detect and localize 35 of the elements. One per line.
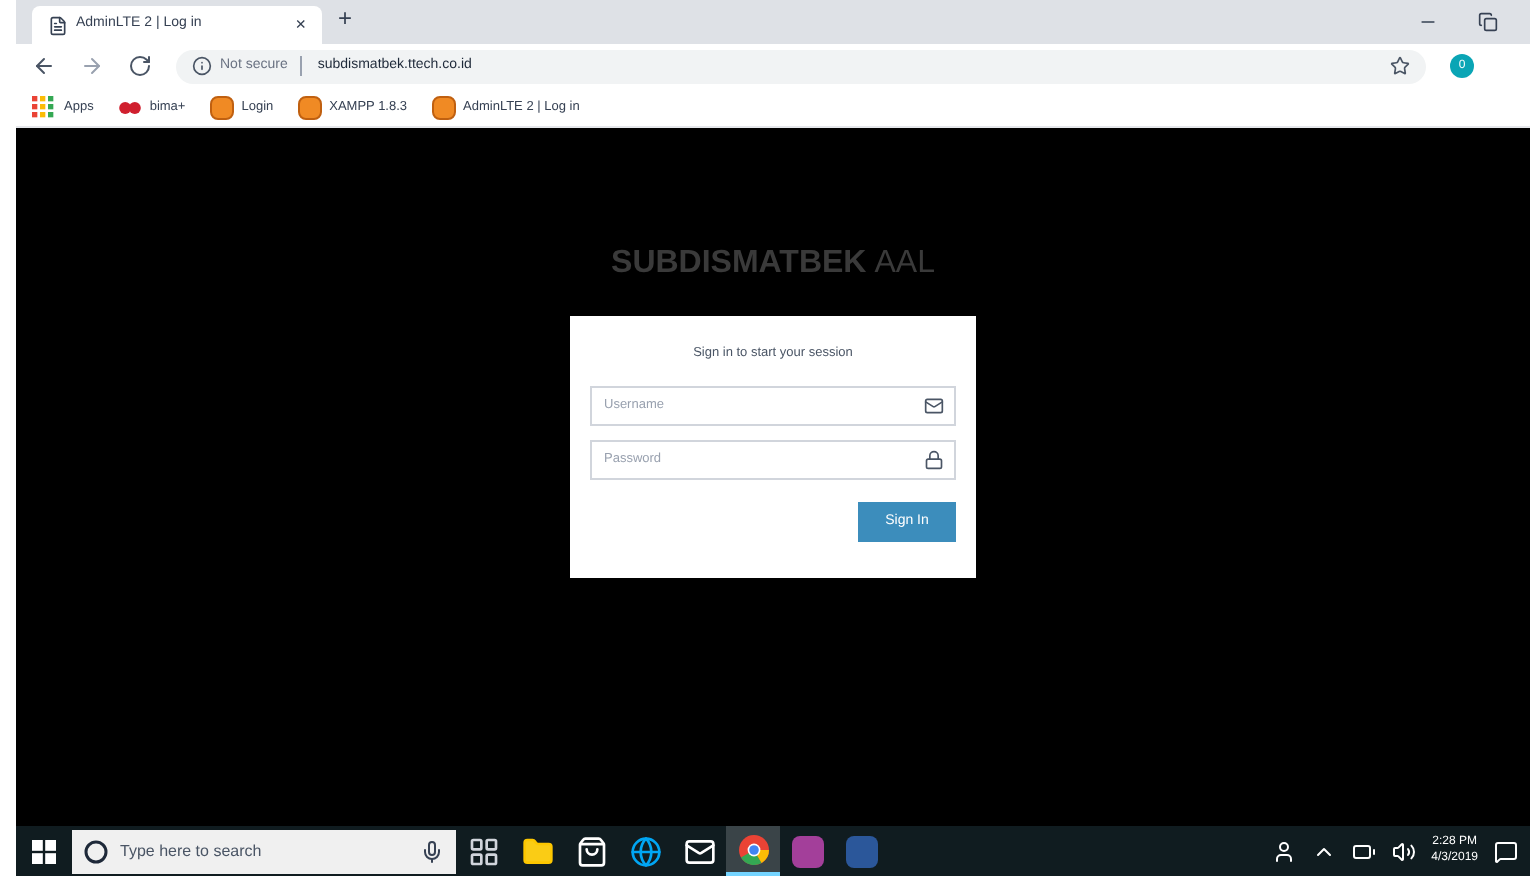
page-icon bbox=[297, 95, 322, 119]
logo-bold-text: SUBDISMATBEK bbox=[611, 244, 867, 284]
taskbar-search-bar[interactable]: Type here to search bbox=[72, 829, 456, 873]
back-icon[interactable] bbox=[32, 54, 56, 78]
taskbar-app[interactable] bbox=[726, 826, 780, 876]
page-icon bbox=[48, 15, 68, 35]
windows-icon[interactable] bbox=[32, 839, 56, 863]
logo-light-text: AAL bbox=[874, 244, 935, 284]
envelope-icon bbox=[924, 395, 944, 416]
app-tile-icon[interactable] bbox=[791, 835, 823, 867]
mail-icon[interactable] bbox=[683, 835, 715, 867]
folder-icon[interactable] bbox=[521, 835, 553, 867]
reload-icon[interactable] bbox=[128, 54, 152, 78]
speaker-icon[interactable] bbox=[1391, 839, 1416, 863]
forward-icon[interactable] bbox=[80, 54, 104, 78]
new-tab-button[interactable]: + bbox=[338, 0, 353, 36]
info-icon bbox=[192, 56, 212, 76]
notification-icon[interactable] bbox=[1494, 839, 1518, 863]
restore-icon[interactable] bbox=[1478, 12, 1498, 32]
document-tile-icon[interactable] bbox=[845, 835, 877, 867]
grid-icon bbox=[32, 95, 56, 119]
page-icon bbox=[431, 95, 456, 119]
task-view-icon[interactable] bbox=[467, 835, 499, 867]
chrome-icon[interactable] bbox=[737, 833, 769, 865]
page-icon bbox=[209, 95, 234, 119]
bookmark-star-icon[interactable] bbox=[1390, 56, 1410, 76]
microphone-icon bbox=[420, 839, 444, 863]
tab-close-button[interactable]: × bbox=[295, 11, 306, 39]
cortana-icon bbox=[84, 839, 108, 863]
lock-icon bbox=[924, 449, 944, 470]
battery-icon[interactable] bbox=[1351, 839, 1376, 863]
globe-icon[interactable] bbox=[629, 835, 661, 867]
bag-icon[interactable] bbox=[575, 835, 607, 867]
search-field[interactable]: Type here to search bbox=[120, 839, 408, 863]
people-icon[interactable] bbox=[1271, 839, 1296, 863]
